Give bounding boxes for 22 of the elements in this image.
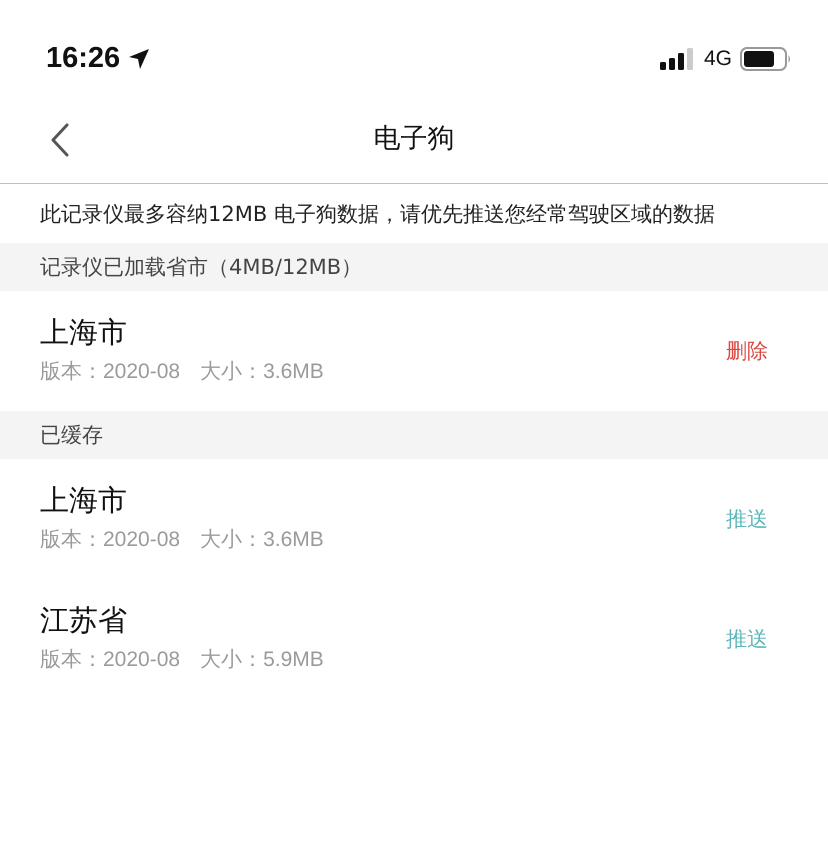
signal-icon — [660, 48, 696, 70]
section-header: 已缓存 — [40, 422, 103, 448]
network-label: 4G — [704, 46, 732, 72]
delete-button[interactable]: 删除 — [726, 336, 768, 367]
version-label: 版本：2020-08 — [40, 526, 180, 553]
region-name: 上海市 — [40, 483, 127, 518]
push-button[interactable]: 推送 — [726, 504, 768, 535]
region-name: 江苏省 — [40, 603, 127, 638]
battery-icon — [740, 46, 792, 70]
location-arrow-icon — [128, 48, 150, 70]
version-label: 版本：2020-08 — [40, 358, 180, 385]
status-time: 16:26 — [46, 40, 120, 76]
size-label: 大小：5.9MB — [200, 646, 324, 673]
version-label: 版本：2020-08 — [40, 646, 180, 673]
push-button[interactable]: 推送 — [726, 624, 768, 655]
notice-text: 此记录仪最多容纳12MB 电子狗数据，请优先推送您经常驾驶区域的数据 — [39, 201, 716, 228]
back-button[interactable] — [50, 123, 70, 157]
page-title: 电子狗 — [374, 122, 454, 156]
region-name: 上海市 — [40, 315, 127, 350]
size-label: 大小：3.6MB — [200, 358, 324, 385]
section-header: 记录仪已加载省市（4MB/12MB） — [40, 254, 362, 280]
size-label: 大小：3.6MB — [200, 526, 324, 553]
